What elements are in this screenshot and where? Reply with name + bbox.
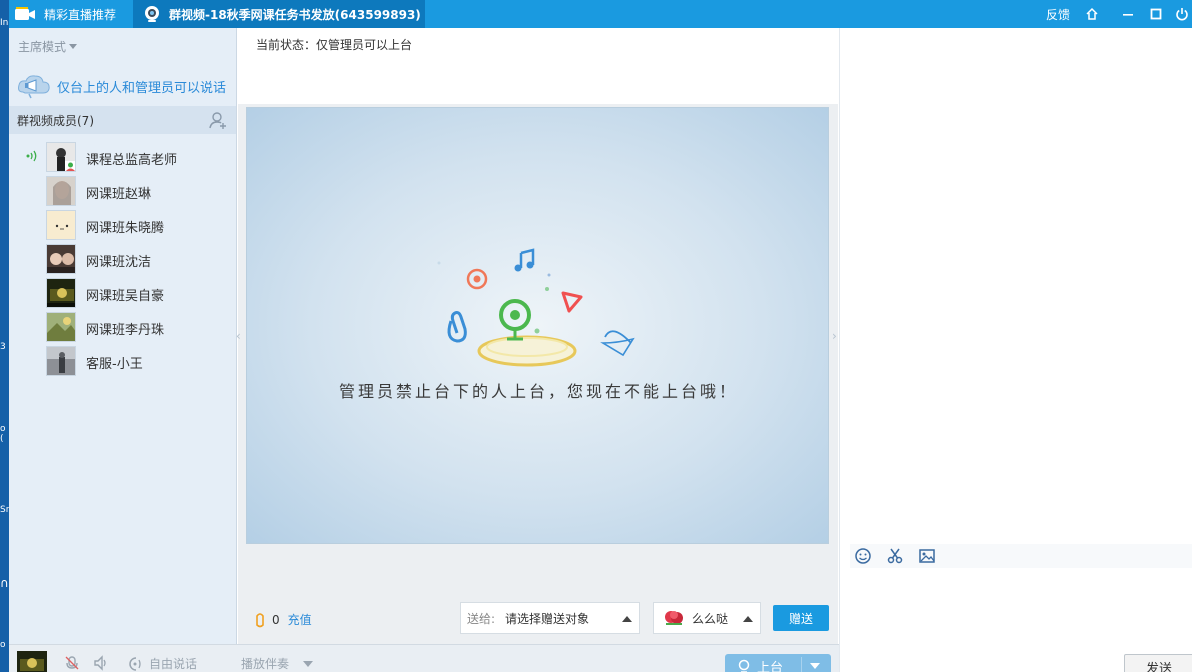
desktop-glyph: o [0,640,6,650]
recharge-link[interactable]: 充值 [288,611,312,628]
mode-dropdown[interactable]: 主席模式 [18,38,78,55]
button-divider [801,657,802,672]
member-name: 客服-小王 [86,357,143,372]
main-video-panel: 当前状态：仅管理员可以上台 ‹ › 管理员禁止台下的人上台，您现在不能上台哦！ … [236,28,838,644]
tab-label: 精彩直播推荐 [44,7,117,22]
coin-count: 0 [272,612,280,627]
member-item[interactable]: 网课班吴自豪 [9,276,236,310]
maximize-icon[interactable] [1147,5,1165,23]
avatar [46,278,76,308]
recipient-value: 请选择赠送对象 [505,611,590,626]
speaking-icon [25,150,39,162]
recipient-select[interactable]: 送给: 请选择赠送对象 [460,602,640,634]
stage-button-label: 上台 [757,660,784,672]
gift-select[interactable]: 么么哒 [653,602,761,634]
avatar [46,244,76,274]
member-name: 网课班吴自豪 [86,289,165,304]
member-name: 网课班沈洁 [86,255,152,270]
tab-group-video[interactable]: 群视频-18秋季网课任务书发放(643599893) [133,0,425,28]
avatar [46,346,76,376]
chat-panel: 发送 [839,28,1192,672]
member-item[interactable]: 客服-小王 [9,344,236,378]
stage-illustration [437,243,647,383]
chevron-down-icon [303,660,314,667]
send-button[interactable]: 发送 [1124,654,1192,672]
member-list: 课程总监高老师 网课班赵琳 网课班朱晓腾 网课班沈洁 网课班吴自豪 网课班李丹珠… [9,140,236,378]
desktop-glyph: o ( [0,424,6,444]
video-stage: 管理员禁止台下的人上台，您现在不能上台哦！ [246,107,829,544]
stage-message: 管理员禁止台下的人上台，您现在不能上台哦！ [338,382,738,401]
avatar [46,142,76,172]
avatar [46,312,76,342]
notice-text: 仅台上的人和管理员可以说话 [57,80,227,96]
member-name: 课程总监高老师 [86,153,178,168]
desktop-glyph: ∩ [0,576,9,590]
video-camera-icon [14,6,36,22]
chat-toolbar [850,544,1192,568]
tab-live-recommend[interactable]: 精彩直播推荐 [14,0,124,28]
avatar [46,210,76,240]
members-header: 群视频成员(7) [9,106,236,134]
microphone-icon[interactable] [64,655,80,671]
member-name: 网课班朱晓腾 [86,221,165,236]
status-area: 当前状态：仅管理员可以上台 [238,28,838,104]
avatar [46,176,76,206]
mode-label: 主席模式 [18,40,67,54]
coin-icon [254,612,266,628]
speaker-icon[interactable] [93,655,109,671]
free-talk-label: 自由说话 [149,657,198,671]
title-bar: 精彩直播推荐 群视频-18秋季网课任务书发放(643599893) 反馈 [9,0,1192,28]
member-name: 网课班李丹珠 [86,323,165,338]
free-talk-toggle[interactable]: 自由说话 [128,655,197,672]
self-avatar[interactable] [17,651,47,672]
chevron-down-icon[interactable] [810,663,820,669]
accompaniment-label: 播放伴奏 [241,657,290,671]
accompaniment-dropdown[interactable]: 播放伴奏 [241,655,314,672]
emoji-icon[interactable] [854,547,872,565]
coin-balance: 0 充值 [254,611,312,628]
desktop-edge: In 3 o ( Sn ∩ o [0,0,11,672]
go-on-stage-button[interactable]: 上台 [725,654,831,672]
scissors-icon[interactable] [886,547,904,565]
gift-name: 么么哒 [692,611,729,626]
member-name: 网课班赵琳 [86,187,152,202]
power-icon[interactable] [1173,5,1191,23]
rose-gift-icon [662,608,686,628]
minimize-icon[interactable] [1119,5,1137,23]
member-item[interactable]: 网课班沈洁 [9,242,236,276]
dropdown-up-icon [622,616,632,622]
chevron-down-icon [69,44,78,49]
desktop-glyph: 3 [0,342,6,352]
dropdown-up-icon [743,616,753,622]
current-status: 当前状态：仅管理员可以上台 [256,38,413,52]
member-sidebar: 主席模式 仅台上的人和管理员可以说话 群视频成员(7) 课程总监高老师 网课班赵… [9,28,237,644]
tab-label: 群视频-18秋季网课任务书发放(643599893) [169,7,421,22]
bottom-control-bar: 自由说话 播放伴奏 上台 [9,644,839,672]
stage-user-icon [737,659,751,672]
member-item[interactable]: 网课班朱晓腾 [9,208,236,242]
member-item[interactable]: 课程总监高老师 [9,140,236,174]
collapse-right-icon[interactable]: › [832,329,837,343]
webcam-icon [143,5,161,23]
desktop-glyph: In [0,18,9,28]
group-video-window: In 3 o ( Sn ∩ o 精彩直播推荐 群视频-18秋季网课任务书发放(6… [0,0,1192,672]
collapse-left-icon[interactable]: ‹ [236,329,241,343]
image-icon[interactable] [918,547,936,565]
speaking-notice: 仅台上的人和管理员可以说话 [17,72,226,100]
members-count-label: 群视频成员(7) [17,113,94,128]
gift-bar: 0 充值 送给: 请选择赠送对象 么么哒 赠送 [238,594,838,638]
recipient-label: 送给: [467,611,496,626]
feedback-button[interactable]: 反馈 [1046,0,1070,28]
member-item[interactable]: 网课班李丹珠 [9,310,236,344]
home-icon[interactable] [1083,5,1101,23]
free-talk-icon [128,656,146,672]
give-gift-button[interactable]: 赠送 [773,605,829,631]
invite-member-icon[interactable] [208,110,228,130]
megaphone-cloud-icon [17,72,51,100]
member-item[interactable]: 网课班赵琳 [9,174,236,208]
